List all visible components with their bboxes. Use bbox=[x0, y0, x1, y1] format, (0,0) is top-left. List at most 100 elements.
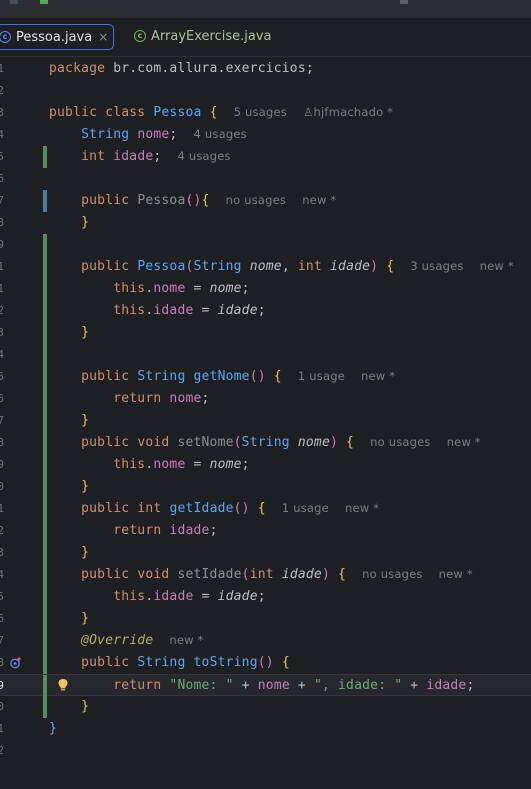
code-line: 9 bbox=[0, 234, 531, 256]
field: idade bbox=[169, 523, 210, 538]
method-name[interactable]: setIdade bbox=[177, 567, 241, 582]
tab-pessoa-java[interactable]: c Pessoa.java × bbox=[0, 24, 114, 50]
constructor-name[interactable]: Pessoa bbox=[137, 259, 185, 274]
keyword: void bbox=[137, 567, 170, 582]
new-hint[interactable]: new * bbox=[345, 501, 379, 515]
gutter-change-marker[interactable] bbox=[43, 366, 47, 388]
gutter-change-marker[interactable] bbox=[43, 190, 47, 212]
field: nome bbox=[137, 127, 170, 142]
parameter: idade bbox=[330, 259, 371, 274]
operator: + bbox=[402, 678, 427, 693]
line-number: 0 bbox=[0, 480, 4, 493]
new-hint[interactable]: new * bbox=[480, 259, 514, 273]
usages-hint[interactable]: no usages bbox=[362, 567, 422, 581]
gutter-change-marker[interactable] bbox=[43, 652, 47, 674]
gutter-change-marker[interactable] bbox=[43, 344, 47, 366]
code-line: 3 public class Pessoa { 5 usages ♙hjfmac… bbox=[0, 102, 531, 124]
gutter-change-marker[interactable] bbox=[43, 410, 47, 432]
new-hint[interactable]: new * bbox=[361, 369, 395, 383]
method-name[interactable]: toString bbox=[194, 655, 258, 670]
keyword: void bbox=[137, 435, 170, 450]
line-number: 9 bbox=[0, 458, 4, 471]
usages-hint[interactable]: no usages bbox=[370, 435, 430, 449]
usages-hint[interactable]: 4 usages bbox=[194, 127, 247, 141]
gutter-change-marker[interactable] bbox=[43, 542, 47, 564]
gutter-change-marker[interactable] bbox=[43, 322, 47, 344]
class-name[interactable]: Pessoa bbox=[153, 105, 201, 120]
parameter: idade bbox=[217, 303, 258, 318]
gutter-change-marker[interactable] bbox=[43, 696, 47, 718]
paren: ) bbox=[370, 259, 379, 274]
type: String bbox=[241, 435, 290, 450]
author-icon: ♙ bbox=[303, 105, 314, 119]
usages-hint[interactable]: 5 usages bbox=[234, 105, 287, 119]
new-hint[interactable]: new * bbox=[169, 633, 203, 647]
keyword: public bbox=[81, 369, 130, 384]
method-name[interactable]: setNome bbox=[177, 435, 233, 450]
code-line: 7 public Pessoa(){ no usages new * bbox=[0, 190, 531, 212]
code-editor[interactable]: 1 package br.com.allura.exercicios; 2 3 … bbox=[0, 57, 531, 789]
keyword: this bbox=[113, 303, 146, 318]
code-line: 1 this.nome = nome; bbox=[0, 278, 531, 300]
code-line: 0 } bbox=[0, 476, 531, 498]
close-icon[interactable]: × bbox=[98, 30, 108, 44]
gutter-change-marker[interactable] bbox=[43, 388, 47, 410]
gutter-change-marker[interactable] bbox=[43, 300, 47, 322]
method-name[interactable]: getNome bbox=[194, 369, 250, 384]
parens: () bbox=[233, 501, 250, 516]
new-hint[interactable]: new * bbox=[302, 193, 336, 207]
c-class-icon: c bbox=[0, 31, 11, 43]
semicolon: ; bbox=[241, 281, 250, 296]
gutter-change-marker[interactable] bbox=[43, 498, 47, 520]
constructor-name[interactable]: Pessoa bbox=[137, 193, 185, 208]
gutter-change-marker[interactable] bbox=[43, 476, 47, 498]
brace: { bbox=[386, 259, 395, 274]
new-hint[interactable]: new * bbox=[439, 567, 473, 581]
line-number: 1 bbox=[0, 502, 4, 515]
gutter-change-marker[interactable] bbox=[43, 278, 47, 300]
gutter-change-marker[interactable] bbox=[43, 146, 47, 168]
keyword: public bbox=[49, 105, 98, 120]
parameter: idade bbox=[281, 567, 322, 582]
keyword: int bbox=[249, 567, 274, 582]
gutter-change-marker[interactable] bbox=[43, 630, 47, 652]
code-line-current[interactable]: 9 return "Nome: " + nome + ", idade: " +… bbox=[0, 674, 531, 697]
gutter-change-marker[interactable] bbox=[43, 234, 47, 256]
code-line: 8 public void setNome(String nome) { no … bbox=[0, 432, 531, 454]
code-line: 1 public int getIdade() { 1 usage new * bbox=[0, 498, 531, 520]
line-number: 9 bbox=[0, 679, 4, 692]
usages-hint[interactable]: 1 usage bbox=[298, 369, 345, 383]
keyword: this bbox=[113, 589, 146, 604]
tab-arrayexercise-java[interactable]: c ArrayExercise.java bbox=[128, 24, 271, 48]
brace: } bbox=[81, 545, 90, 560]
line-number: 7 bbox=[0, 634, 4, 647]
method-name[interactable]: getIdade bbox=[169, 501, 233, 516]
usages-hint[interactable]: 4 usages bbox=[177, 149, 230, 163]
usages-hint[interactable]: 1 usage bbox=[282, 501, 329, 515]
semicolon: ; bbox=[169, 127, 178, 142]
parameter: nome bbox=[209, 281, 242, 296]
gutter-change-marker[interactable] bbox=[43, 256, 47, 278]
override-icon[interactable] bbox=[10, 657, 22, 669]
code-line: 2 return idade; bbox=[0, 520, 531, 542]
code-line: 1 } bbox=[0, 718, 531, 740]
gutter-change-marker[interactable] bbox=[43, 432, 47, 454]
line-number: 6 bbox=[0, 172, 4, 185]
usages-hint[interactable]: no usages bbox=[226, 193, 286, 207]
gutter-change-marker[interactable] bbox=[43, 675, 47, 697]
gutter-change-marker[interactable] bbox=[43, 454, 47, 476]
author-hint[interactable]: hjfmachado * bbox=[314, 105, 394, 119]
gutter-change-marker[interactable] bbox=[43, 564, 47, 586]
brace: { bbox=[273, 369, 282, 384]
gutter-change-marker[interactable] bbox=[43, 520, 47, 542]
gutter-change-marker[interactable] bbox=[43, 586, 47, 608]
usages-hint[interactable]: 3 usages bbox=[410, 259, 463, 273]
gutter-change-marker[interactable] bbox=[43, 608, 47, 630]
code-line: 1 public Pessoa(String nome, int idade) … bbox=[0, 256, 531, 278]
string-literal: "Nome: " bbox=[169, 678, 234, 693]
new-hint[interactable]: new * bbox=[447, 435, 481, 449]
brace: } bbox=[49, 721, 58, 736]
semicolon: ; bbox=[201, 391, 210, 406]
toolbar-indicator bbox=[10, 0, 18, 4]
code-line: 5 this.idade = idade; bbox=[0, 586, 531, 608]
